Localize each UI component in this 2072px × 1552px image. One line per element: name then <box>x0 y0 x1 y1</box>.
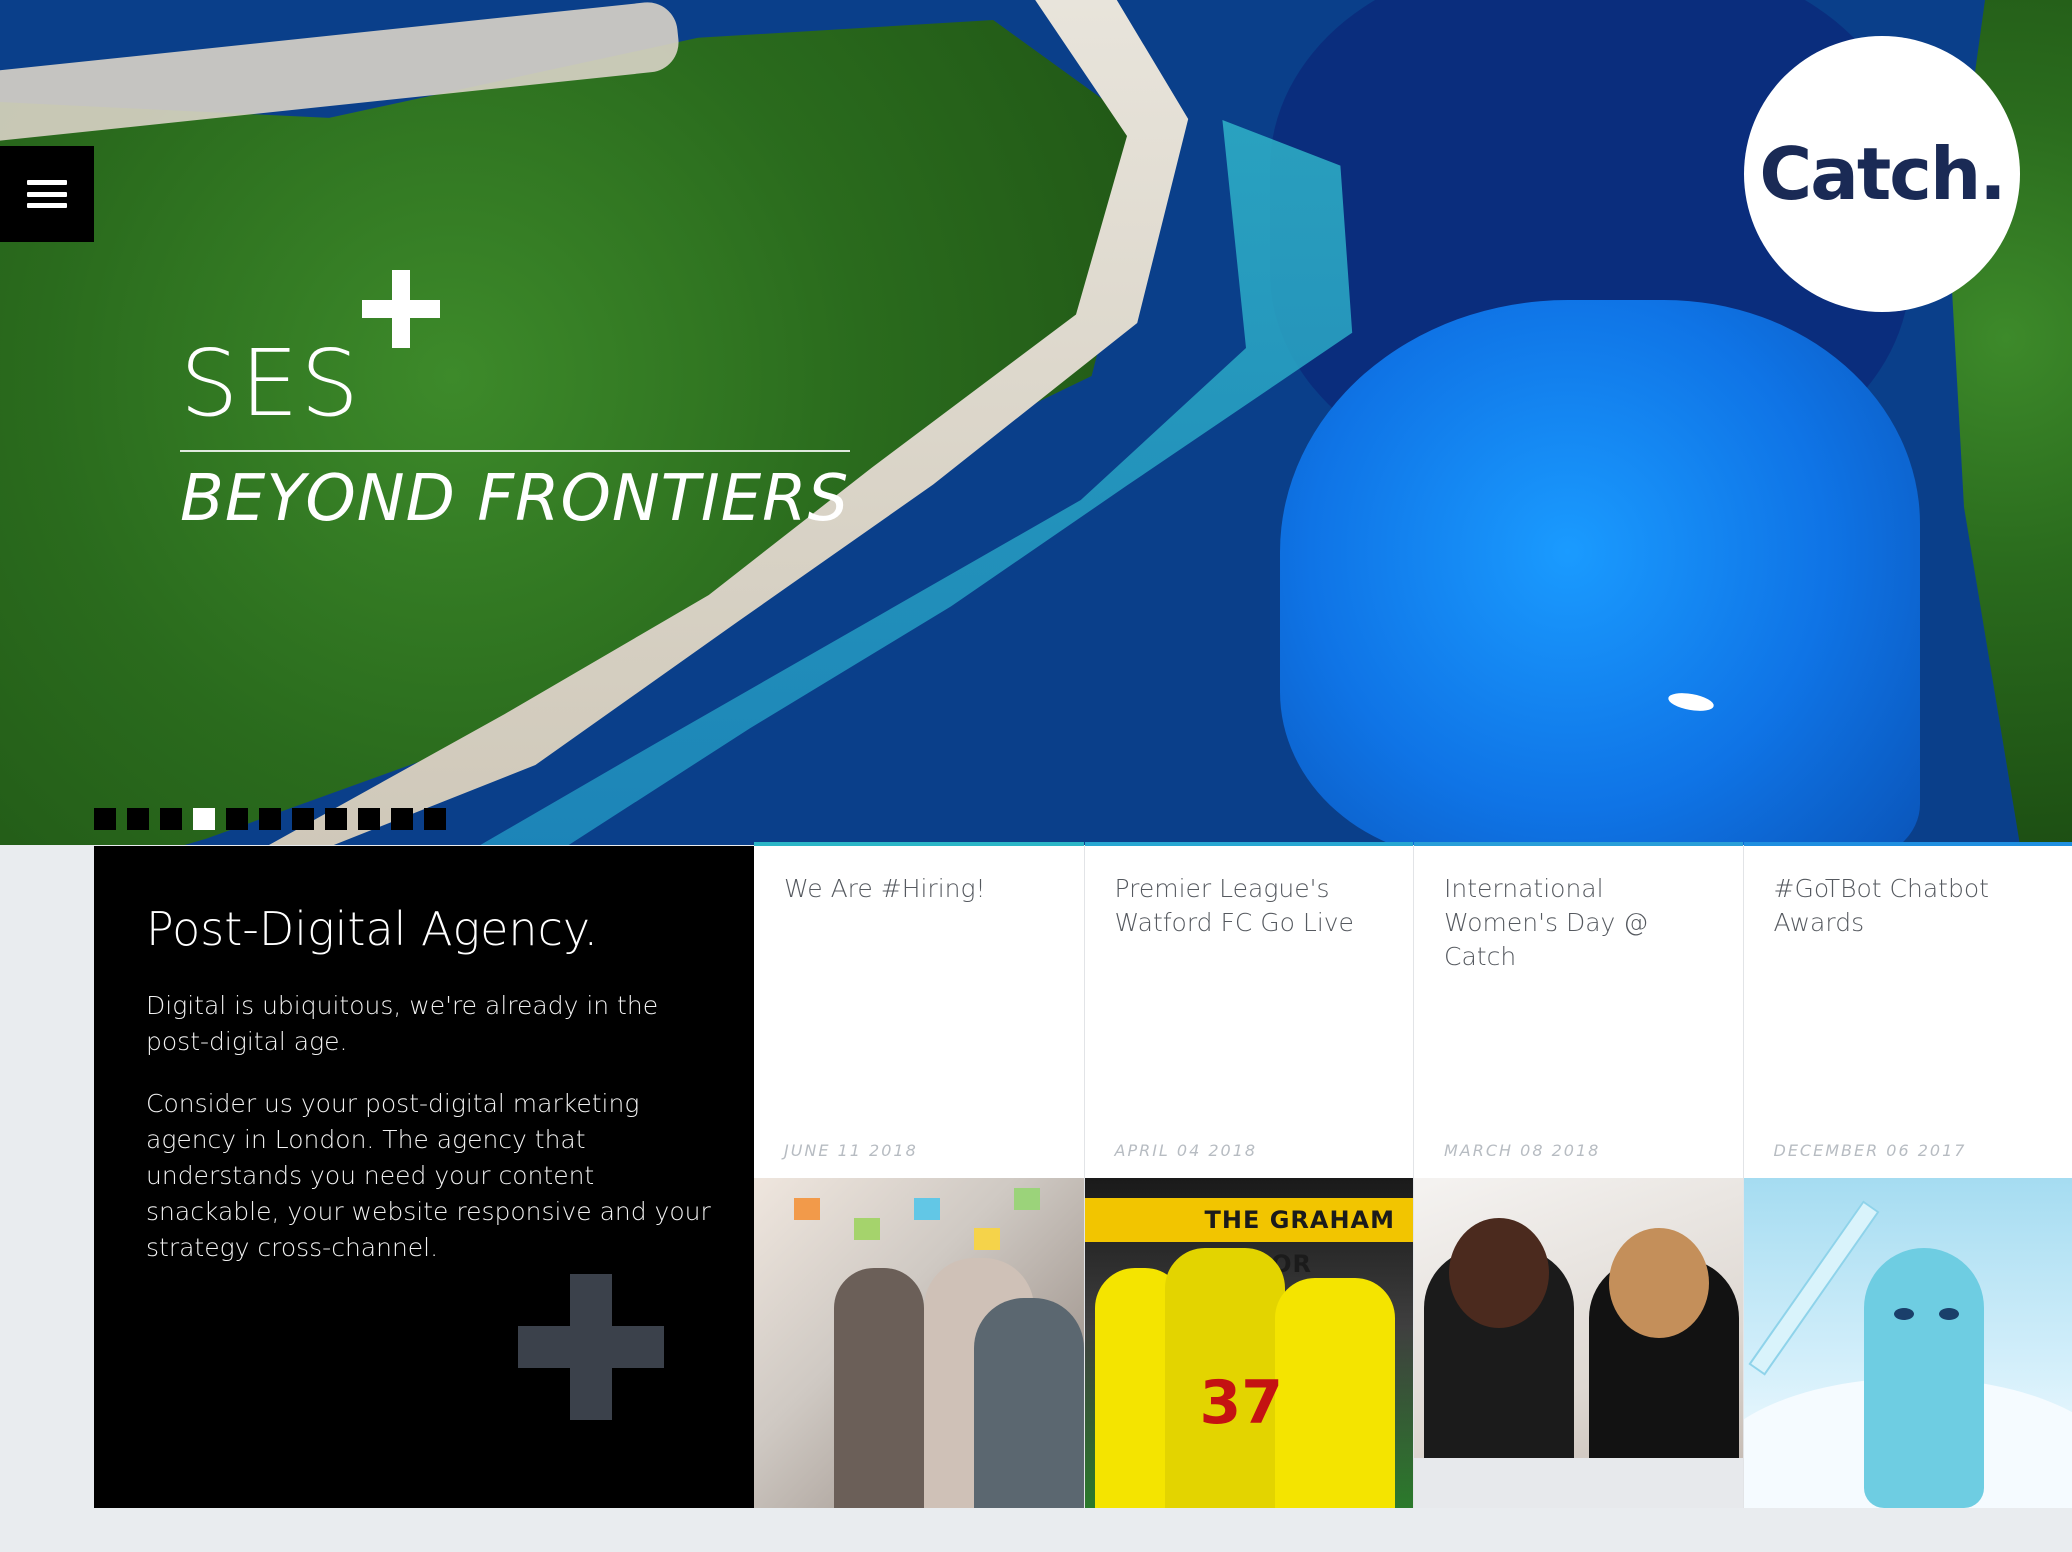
slider-dot[interactable] <box>127 808 149 830</box>
agency-heading: Post-Digital Agency. <box>146 902 599 956</box>
news-image-hiring <box>754 1178 1084 1508</box>
slider-dot[interactable] <box>226 808 248 830</box>
slider-dot[interactable] <box>292 808 314 830</box>
catch-logo[interactable]: Catch. <box>1744 36 2020 312</box>
agency-paragraph-1: Digital is ubiquitous, we're already in … <box>146 991 659 1056</box>
slider-dot[interactable] <box>160 808 182 830</box>
news-image-womens-day <box>1414 1178 1743 1508</box>
agency-intro-panel: Post-Digital Agency. Digital is ubiquito… <box>94 846 754 1508</box>
plus-icon <box>362 270 440 348</box>
slider-dot[interactable] <box>325 808 347 830</box>
news-title: Premier League's Watford FC Go Live <box>1114 874 1354 937</box>
plus-icon[interactable] <box>518 1274 664 1420</box>
news-title: International Women's Day @ Catch <box>1444 874 1649 971</box>
news-card[interactable]: International Women's Day @ Catch MARCH … <box>1413 842 1743 1508</box>
hero-divider <box>180 450 850 452</box>
slider-dot[interactable] <box>358 808 380 830</box>
shirt-number: 37 <box>1199 1368 1284 1438</box>
news-title: #GoTBot Chatbot Awards <box>1773 874 1989 937</box>
news-date: MARCH 08 2018 <box>1444 1141 1601 1160</box>
news-image-gotbot <box>1743 1178 2072 1508</box>
news-card[interactable]: #GoTBot Chatbot Awards DECEMBER 06 2017 <box>1742 842 2072 1508</box>
hamburger-icon <box>27 180 67 208</box>
slider-dot[interactable] <box>391 808 413 830</box>
slider-dot[interactable] <box>94 808 116 830</box>
slider-pagination <box>94 808 446 830</box>
news-card[interactable]: We Are #Hiring! JUNE 11 2018 <box>754 842 1084 1508</box>
news-date: JUNE 11 2018 <box>784 1141 918 1160</box>
slider-dot-active[interactable] <box>193 808 215 830</box>
agency-paragraph-2: Consider us your post-digital marketing … <box>146 1089 711 1262</box>
news-date: APRIL 04 2018 <box>1114 1141 1258 1160</box>
slider-dot[interactable] <box>424 808 446 830</box>
news-title: We Are #Hiring! <box>784 874 986 903</box>
stand-banner-text: THE GRAHAM TAYLOR <box>1084 1198 1413 1278</box>
hero-subtitle: BEYOND FRONTIERS <box>180 462 850 536</box>
news-image-watford: THE GRAHAM TAYLOR 37 <box>1084 1178 1413 1508</box>
news-card[interactable]: Premier League's Watford FC Go Live APRI… <box>1083 842 1413 1508</box>
slider-dot[interactable] <box>259 808 281 830</box>
hero-banner: Catch. SES BEYOND FRONTIERS <box>0 0 2072 845</box>
logo-text: Catch. <box>1759 132 2006 216</box>
hero-title: SES <box>180 330 361 437</box>
menu-button[interactable] <box>0 146 94 242</box>
news-date: DECEMBER 06 2017 <box>1773 1141 1967 1160</box>
news-grid: We Are #Hiring! JUNE 11 2018 Premier Lea… <box>754 842 2072 1508</box>
